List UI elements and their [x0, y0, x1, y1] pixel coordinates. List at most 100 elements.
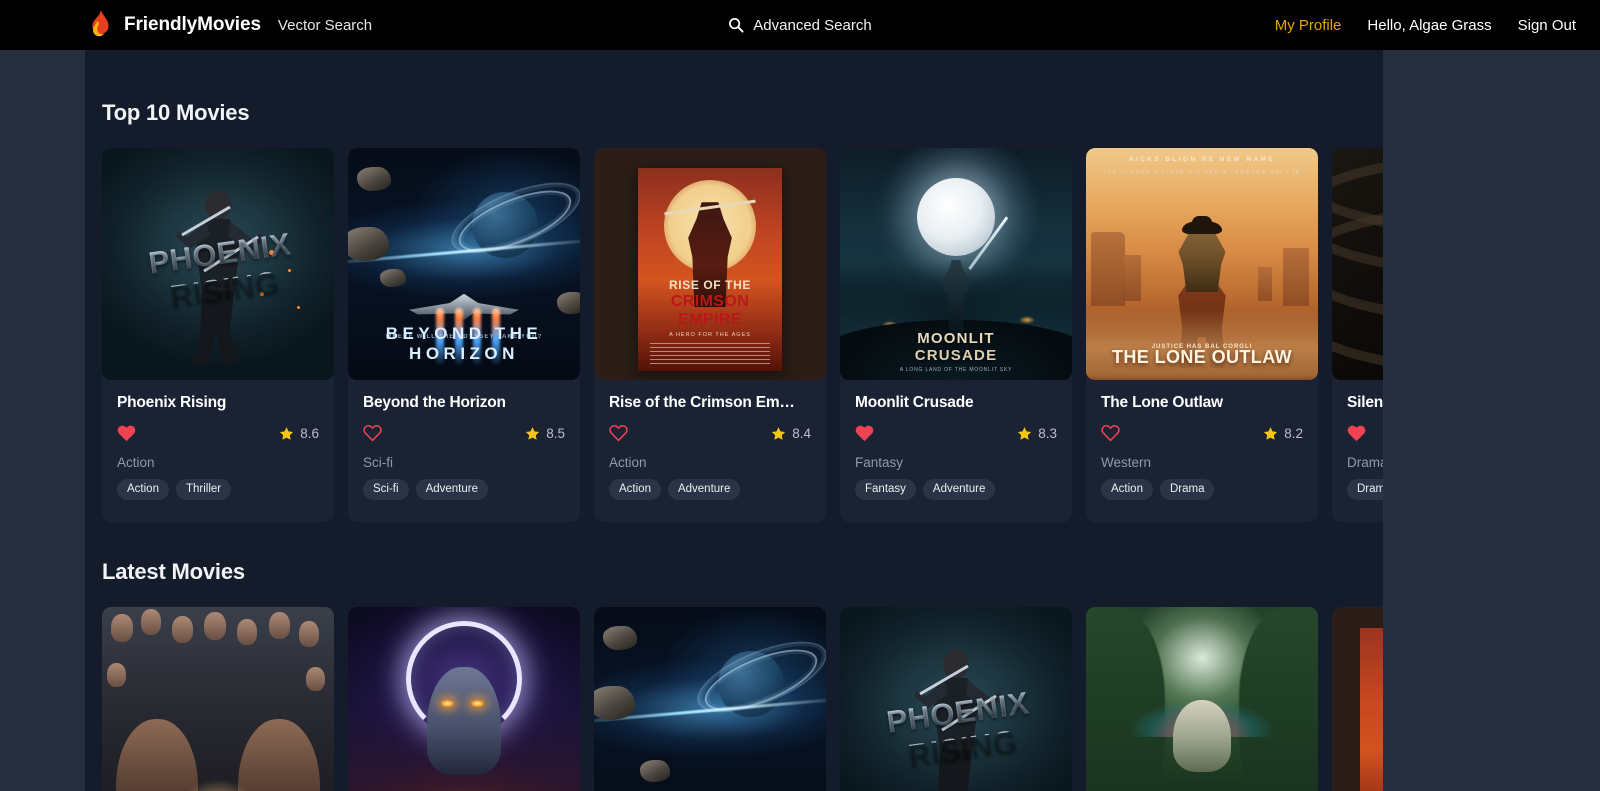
- movie-card[interactable]: WHERE WILL THE ODYSSEY TAKE YOU? BEYOND …: [348, 148, 580, 522]
- glowing-eye: [441, 700, 454, 707]
- section-top-10-movies: Top 10 Movies: [85, 50, 1468, 522]
- page-right-gutter: [1383, 50, 1600, 791]
- section-title-latest: Latest Movies: [102, 559, 1468, 585]
- poster-art: [840, 148, 1072, 380]
- beyond-the-horizon-poster: [594, 607, 826, 791]
- brand-logo-group[interactable]: FriendlyMovies Vector Search: [86, 10, 372, 40]
- rating-value: 8.5: [546, 426, 565, 441]
- poster-art: [102, 607, 334, 791]
- genre-tag[interactable]: Action: [117, 479, 169, 500]
- rating-value: 8.4: [792, 426, 811, 441]
- movie-primary-genre: Action: [117, 455, 319, 470]
- movie-genre-tags: Action Thriller: [117, 479, 319, 500]
- genre-tag[interactable]: Sci-fi: [363, 479, 409, 500]
- rating-value: 8.6: [300, 426, 319, 441]
- genre-tag[interactable]: Action: [609, 479, 661, 500]
- movie-meta-row: 8.4: [609, 424, 811, 442]
- movie-genre-tags: Fantasy Adventure: [855, 479, 1057, 500]
- jungle-creature-poster: [1086, 607, 1318, 791]
- glowing-eye: [471, 700, 484, 707]
- genre-tag[interactable]: Adventure: [923, 479, 995, 500]
- heart-filled-icon[interactable]: [855, 424, 874, 442]
- asteroid: [557, 292, 580, 314]
- content-container: Top 10 Movies: [85, 50, 1468, 791]
- movie-card[interactable]: RISE OF THE CRIMSON EMPIRE A HERO FOR TH…: [594, 148, 826, 522]
- movie-title: The Lone Outlaw: [1101, 394, 1303, 412]
- sign-out-link[interactable]: Sign Out: [1518, 17, 1576, 34]
- heart-filled-icon[interactable]: [117, 424, 136, 442]
- rise-of-the-crimson-empire-poster: RISE OF THE CRIMSON EMPIRE A HERO FOR TH…: [594, 148, 826, 380]
- movie-genre-tags: Action Drama: [1101, 479, 1303, 500]
- movie-title: Rise of the Crimson Em…: [609, 394, 811, 412]
- genre-tag[interactable]: Fantasy: [855, 479, 916, 500]
- star-icon: [771, 426, 786, 441]
- phoenix-rising-poster: PHOENIX RISING: [102, 148, 334, 380]
- section-title-top-10: Top 10 Movies: [102, 100, 1468, 126]
- faces-drama-poster: [102, 607, 334, 791]
- rating-group: 8.6: [279, 426, 319, 441]
- rating-group: 8.5: [525, 426, 565, 441]
- poster-credits-block: [650, 343, 771, 365]
- movie-meta-row: 8.2: [1101, 424, 1303, 442]
- navbar-right-links: My Profile Hello, Algae Grass Sign Out: [1275, 17, 1576, 34]
- movie-card[interactable]: [594, 607, 826, 791]
- movie-card[interactable]: [1086, 607, 1318, 791]
- movie-title: Phoenix Rising: [117, 394, 319, 412]
- movie-card[interactable]: [102, 607, 334, 791]
- creature-head: [1173, 700, 1231, 772]
- rating-group: 8.3: [1017, 426, 1057, 441]
- genre-tag[interactable]: Adventure: [668, 479, 740, 500]
- heart-outline-icon[interactable]: [1101, 424, 1120, 442]
- poster-title-line-2: CRIMSON EMPIRE: [644, 293, 776, 329]
- poster-art: [594, 607, 826, 791]
- poster-tagline: A HERO FOR THE AGES: [644, 332, 776, 338]
- movie-card-body: Beyond the Horizon 8.5: [348, 380, 580, 522]
- asteroid: [380, 269, 406, 287]
- the-lone-outlaw-poster: AICKS DLIGN RE NEW NAME JFA JUNTOE DILIR…: [1086, 148, 1318, 380]
- user-greeting: Hello, Algae Grass: [1367, 17, 1491, 34]
- heart-filled-icon[interactable]: [1347, 424, 1366, 442]
- dust-haze: [1086, 310, 1318, 380]
- movie-card-body: Rise of the Crimson Em… 8.4: [594, 380, 826, 522]
- asteroid: [603, 626, 637, 650]
- poster-art: [348, 607, 580, 791]
- eclipse-glowing-eyes-poster: [348, 607, 580, 791]
- star-icon: [1263, 426, 1278, 441]
- genre-tag[interactable]: Thriller: [176, 479, 231, 500]
- movie-primary-genre: Western: [1101, 455, 1303, 470]
- movie-primary-genre: Fantasy: [855, 455, 1057, 470]
- rating-group: 8.4: [771, 426, 811, 441]
- genre-tag[interactable]: Adventure: [416, 479, 488, 500]
- movie-card-body: Phoenix Rising 8.6: [102, 380, 334, 522]
- poster-art: [1086, 148, 1318, 380]
- poster-art: RISE OF THE CRIMSON EMPIRE A HERO FOR TH…: [638, 168, 782, 371]
- movie-row-top-10[interactable]: PHOENIX RISING Phoenix Rising: [102, 148, 1468, 522]
- rating-value: 8.2: [1284, 426, 1303, 441]
- movie-meta-row: 8.6: [117, 424, 319, 442]
- movie-meta-row: 8.5: [363, 424, 565, 442]
- movie-card[interactable]: [348, 607, 580, 791]
- my-profile-link[interactable]: My Profile: [1275, 17, 1342, 34]
- rating-group: 8.2: [1263, 426, 1303, 441]
- movie-card[interactable]: MOONLIT CRUSADE A LONG LAND OF THE MOONL…: [840, 148, 1072, 522]
- genre-tag[interactable]: Action: [1101, 479, 1153, 500]
- asteroid: [357, 167, 391, 191]
- cowboy-hat-shape: [1182, 221, 1222, 234]
- movie-card-body: Moonlit Crusade 8.3: [840, 380, 1072, 522]
- search-icon: [728, 17, 744, 33]
- star-icon: [279, 426, 294, 441]
- flame-icon: [86, 10, 112, 40]
- genre-tag[interactable]: Drama: [1160, 479, 1215, 500]
- movie-meta-row: 8.3: [855, 424, 1057, 442]
- asteroid: [594, 686, 635, 720]
- top-navigation-bar: FriendlyMovies Vector Search Advanced Se…: [0, 0, 1600, 50]
- rating-value: 8.3: [1038, 426, 1057, 441]
- movie-row-latest[interactable]: PHOENIX RISING: [102, 607, 1468, 791]
- advanced-search-button[interactable]: Advanced Search: [728, 17, 871, 34]
- movie-card[interactable]: PHOENIX RISING: [840, 607, 1072, 791]
- movie-card[interactable]: AICKS DLIGN RE NEW NAME JFA JUNTOE DILIR…: [1086, 148, 1318, 522]
- heart-outline-icon[interactable]: [363, 424, 382, 442]
- heart-outline-icon[interactable]: [609, 424, 628, 442]
- movie-title: Moonlit Crusade: [855, 394, 1057, 412]
- movie-card[interactable]: PHOENIX RISING Phoenix Rising: [102, 148, 334, 522]
